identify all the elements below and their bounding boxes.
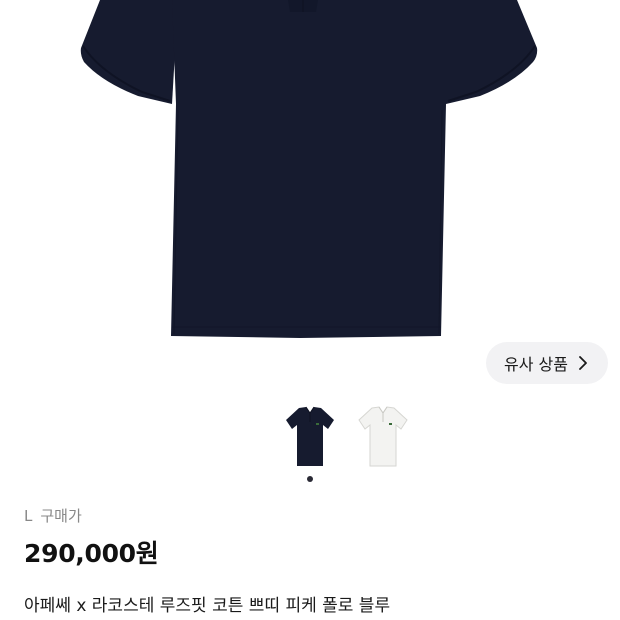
product-detail-page: 유사 상품 L 구매가 290,000원 아페쎄 x 라코스테 루즈핏 코튼 쁘… xyxy=(0,0,620,620)
color-option-navy[interactable] xyxy=(279,404,341,470)
price-type-label: 구매가 xyxy=(40,507,82,525)
similar-products-button[interactable]: 유사 상품 xyxy=(486,342,608,384)
similar-products-label: 유사 상품 xyxy=(504,355,568,374)
white-polo-thumbnail-icon xyxy=(358,406,408,467)
product-image[interactable] xyxy=(0,0,620,345)
size-label: L xyxy=(24,507,33,525)
navy-polo-shirt-photo xyxy=(80,0,538,338)
navy-polo-thumbnail-icon xyxy=(286,406,334,466)
product-title: 아페쎄 x 라코스테 루즈핏 코튼 쁘띠 피케 폴로 블루 xyxy=(24,596,391,616)
product-price: 290,000원 xyxy=(24,539,159,568)
color-options xyxy=(0,404,620,470)
chevron-right-icon xyxy=(576,356,590,370)
size-price-type: L 구매가 xyxy=(24,505,82,526)
carousel-indicator-dot xyxy=(307,476,313,482)
color-option-white[interactable] xyxy=(352,404,414,470)
